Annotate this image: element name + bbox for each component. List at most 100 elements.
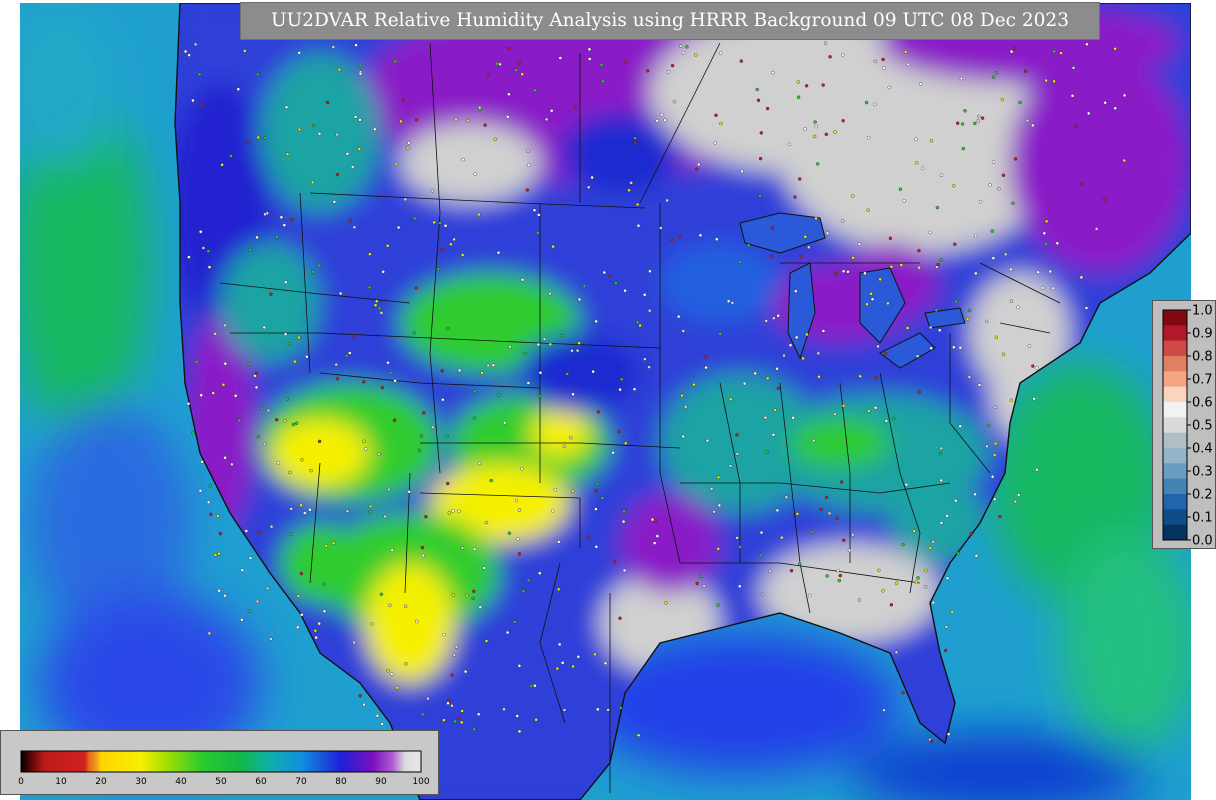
station-dot bbox=[825, 574, 829, 578]
difference-colorbar-tick-label: 0.2 bbox=[1192, 488, 1213, 503]
station-dot bbox=[538, 571, 542, 575]
station-dot bbox=[1074, 124, 1079, 129]
station-dot bbox=[375, 299, 379, 303]
station-dot bbox=[199, 393, 203, 397]
station-dot bbox=[357, 147, 361, 151]
station-dot bbox=[1009, 49, 1014, 54]
station-dot bbox=[432, 220, 436, 225]
station-dot bbox=[912, 529, 916, 533]
station-dot bbox=[992, 453, 997, 457]
station-dot bbox=[254, 385, 259, 390]
station-dot bbox=[331, 45, 335, 49]
station-dot bbox=[798, 177, 802, 181]
station-dot bbox=[788, 343, 793, 347]
difference-colorbar-swatch bbox=[1163, 494, 1187, 510]
station-dot bbox=[747, 243, 751, 248]
station-dot bbox=[760, 592, 765, 597]
station-dot bbox=[577, 341, 581, 345]
station-dot bbox=[586, 535, 591, 539]
station-dot bbox=[513, 620, 517, 624]
station-dot bbox=[978, 199, 983, 204]
station-dot bbox=[403, 604, 408, 608]
station-dot bbox=[299, 503, 303, 507]
station-dot bbox=[771, 70, 775, 75]
station-dot bbox=[677, 314, 681, 319]
station-dot bbox=[457, 716, 461, 720]
station-dot bbox=[938, 328, 942, 332]
station-dot bbox=[803, 235, 807, 239]
station-dot bbox=[386, 361, 390, 365]
station-dot bbox=[335, 377, 340, 381]
station-dot bbox=[935, 205, 940, 210]
station-dot bbox=[791, 416, 795, 420]
station-dot bbox=[447, 698, 451, 702]
station-dot bbox=[255, 599, 260, 604]
station-dot bbox=[939, 173, 944, 178]
station-dot bbox=[426, 696, 430, 701]
difference-colorbar-swatch bbox=[1163, 356, 1187, 372]
station-dot bbox=[991, 75, 996, 79]
station-dot bbox=[729, 397, 733, 401]
humidity-colorbar-tick-label: 10 bbox=[55, 777, 67, 787]
station-dot bbox=[290, 217, 294, 222]
station-dot bbox=[821, 329, 826, 333]
station-dot bbox=[317, 263, 321, 268]
station-dot bbox=[1009, 267, 1013, 272]
station-dot bbox=[537, 213, 541, 217]
station-dot bbox=[997, 187, 1001, 191]
station-dot bbox=[255, 235, 259, 240]
station-dot bbox=[569, 436, 573, 440]
station-dot bbox=[1052, 49, 1057, 54]
station-dot bbox=[939, 258, 943, 262]
station-dot bbox=[828, 55, 832, 59]
station-dot bbox=[377, 452, 381, 456]
station-dot bbox=[424, 515, 428, 519]
station-dot bbox=[865, 302, 869, 306]
station-dot bbox=[1102, 197, 1107, 202]
station-dot bbox=[808, 593, 812, 598]
station-dot bbox=[1122, 158, 1127, 163]
station-dot bbox=[486, 73, 491, 77]
station-dot bbox=[698, 233, 703, 238]
station-dot bbox=[457, 368, 462, 373]
station-dot bbox=[517, 729, 522, 734]
station-dot bbox=[332, 541, 336, 545]
station-dot bbox=[944, 625, 949, 629]
station-dot bbox=[939, 521, 944, 525]
station-dot bbox=[915, 354, 920, 358]
station-dot bbox=[443, 224, 448, 228]
station-dot bbox=[1031, 364, 1035, 368]
station-dot bbox=[994, 335, 998, 339]
station-dot bbox=[894, 581, 899, 585]
map-title: UU2DVAR Relative Humidity Analysis using… bbox=[240, 2, 1100, 40]
station-dot bbox=[805, 332, 809, 337]
station-dot bbox=[816, 351, 820, 355]
station-dot bbox=[207, 631, 212, 636]
station-dot bbox=[303, 511, 307, 515]
station-dot bbox=[633, 141, 637, 145]
station-dot bbox=[684, 405, 688, 409]
station-dot bbox=[460, 720, 464, 725]
station-dot bbox=[414, 118, 419, 122]
station-dot bbox=[716, 475, 721, 479]
station-dot bbox=[413, 216, 417, 221]
station-dot bbox=[517, 664, 522, 668]
station-dot bbox=[590, 175, 594, 180]
station-dot bbox=[240, 618, 244, 622]
station-dot bbox=[368, 252, 372, 256]
station-dot bbox=[477, 712, 481, 716]
station-dot bbox=[191, 98, 195, 103]
station-dot bbox=[928, 546, 932, 550]
station-dot bbox=[419, 434, 424, 438]
station-dot bbox=[561, 661, 565, 665]
station-dot bbox=[430, 189, 435, 193]
station-dot bbox=[497, 393, 501, 397]
station-dot bbox=[841, 53, 845, 57]
station-dot bbox=[515, 714, 519, 718]
difference-colorbar-ticks: 1.0 0.9 0.8 0.7 0.6 0.5 0.4 0.3 0.2 0.1 0.0 bbox=[1187, 304, 1213, 549]
station-dot bbox=[198, 230, 203, 234]
station-dot bbox=[952, 183, 956, 188]
station-dot bbox=[520, 278, 525, 282]
humidity-colorbar-tick-label: 0 bbox=[18, 777, 24, 787]
station-dot bbox=[335, 132, 339, 137]
